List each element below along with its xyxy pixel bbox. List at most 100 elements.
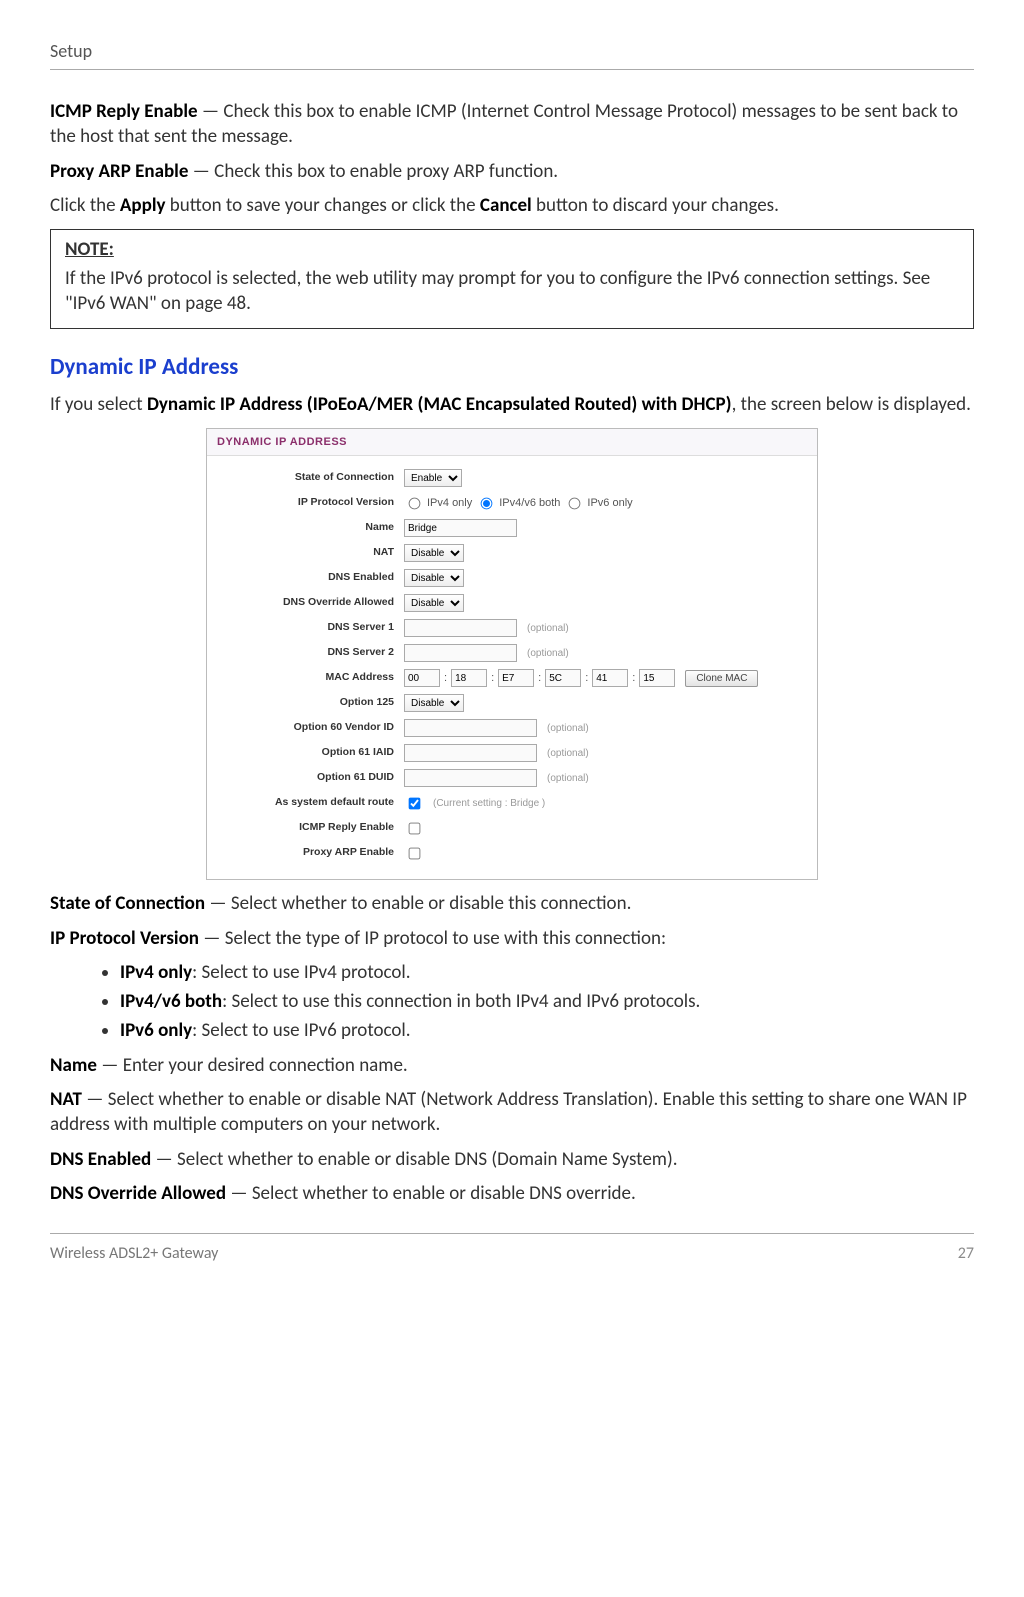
footer-divider [50,1233,974,1234]
input-mac-0[interactable] [404,669,440,687]
desc-ipver: IP Protocol Version — Select the type of… [50,927,974,952]
bullet-ipv4-text: : Select to use IPv4 protocol. [192,961,410,984]
term-icmp: ICMP Reply Enable [50,100,198,123]
label-ipver: IP Protocol Version [219,496,404,510]
bullet-both-text: : Select to use this connection in both … [222,990,700,1013]
radio-ipv6-label: IPv6 only [587,496,632,510]
para-proxy: Proxy ARP Enable — Check this box to ena… [50,160,974,185]
label-o61a: Option 61 IAID [219,746,404,760]
input-mac-1[interactable] [451,669,487,687]
intro-para: If you select Dynamic IP Address (IPoEoA… [50,393,974,418]
label-dns2: DNS Server 2 [219,646,404,660]
input-mac-5[interactable] [639,669,675,687]
label-defroute: As system default route [219,796,404,810]
label-mac: MAC Address [219,671,404,685]
desc-ipver-term: IP Protocol Version [50,927,199,950]
hint-defroute: (Current setting : Bridge ) [433,797,545,810]
label-o60: Option 60 Vendor ID [219,721,404,735]
radio-both-label: IPv4/v6 both [499,496,560,510]
intro-post: , the screen below is displayed. [732,393,971,416]
note-label: NOTE: [65,238,959,263]
label-dns-override: DNS Override Allowed [219,596,404,610]
label-proxy-arp: Proxy ARP Enable [219,846,404,860]
para-icmp: ICMP Reply Enable — Check this box to en… [50,100,974,149]
note-box: NOTE: If the IPv6 protocol is selected, … [50,229,974,329]
hint-dns2: (optional) [527,647,569,660]
apply-post: button to discard your changes. [532,194,779,217]
label-o61b: Option 61 DUID [219,771,404,785]
label-name: Name [219,521,404,535]
label-nat: NAT [219,546,404,560]
desc-state-term: State of Connection [50,892,205,915]
hint-o61b: (optional) [547,772,589,785]
checkbox-proxy[interactable] [409,847,421,859]
term-proxy: Proxy ARP Enable [50,160,188,183]
desc-dns-en: DNS Enabled — Select whether to enable o… [50,1148,974,1173]
page-footer: Wireless ADSL2+ Gateway 27 [50,1244,974,1265]
label-dns-enabled: DNS Enabled [219,571,404,585]
apply-pre: Click the [50,194,120,217]
bullet-both-term: IPv4/v6 both [120,990,222,1013]
desc-dns-ov: DNS Override Allowed — Select whether to… [50,1182,974,1207]
radio-both[interactable] [481,497,493,509]
config-panel: DYNAMIC IP ADDRESS State of Connection E… [206,428,818,880]
bullet-ipv6: IPv6 only: Select to use IPv6 protocol. [120,1019,974,1044]
bullet-ipv6-text: : Select to use IPv6 protocol. [192,1019,410,1042]
footer-left: Wireless ADSL2+ Gateway [50,1244,218,1265]
label-state: State of Connection [219,471,404,485]
desc-nat-text: — Select whether to enable or disable NA… [50,1088,967,1136]
hint-o61a: (optional) [547,747,589,760]
hint-dns1: (optional) [527,622,569,635]
clone-mac-button[interactable]: Clone MAC [685,670,758,687]
select-o125[interactable]: Disable [404,694,464,712]
desc-name-term: Name [50,1054,97,1077]
panel-title: DYNAMIC IP ADDRESS [207,429,817,456]
desc-state-text: — Select whether to enable or disable th… [205,892,631,915]
apply-bold: Apply [120,194,166,217]
label-dns1: DNS Server 1 [219,621,404,635]
label-o125: Option 125 [219,696,404,710]
footer-page-number: 27 [958,1244,974,1265]
desc-dns-ov-text: — Select whether to enable or disable DN… [226,1182,636,1205]
radio-ipv4-label: IPv4 only [427,496,472,510]
desc-dns-ov-term: DNS Override Allowed [50,1182,226,1205]
input-mac-2[interactable] [498,669,534,687]
section-heading: Dynamic IP Address [50,353,974,383]
intro-pre: If you select [50,393,147,416]
select-nat[interactable]: Disable [404,544,464,562]
select-state[interactable]: Enable [404,469,462,487]
desc-state: State of Connection — Select whether to … [50,892,974,917]
bullet-ipv4: IPv4 only: Select to use IPv4 protocol. [120,961,974,986]
para-apply: Click the Apply button to save your chan… [50,194,974,219]
apply-mid: button to save your changes or click the [166,194,480,217]
protocol-bullets: IPv4 only: Select to use IPv4 protocol. … [50,961,974,1043]
input-mac-4[interactable] [592,669,628,687]
radio-ipv6[interactable] [569,497,581,509]
bullet-both: IPv4/v6 both: Select to use this connect… [120,990,974,1015]
hint-o60: (optional) [547,722,589,735]
input-o61a[interactable] [404,744,537,762]
input-o61b[interactable] [404,769,537,787]
desc-nat: NAT — Select whether to enable or disabl… [50,1088,974,1137]
radio-ipv4[interactable] [409,497,421,509]
text-proxy: — Check this box to enable proxy ARP fun… [188,160,558,183]
note-text: If the IPv6 protocol is selected, the we… [65,267,930,315]
desc-dns-en-term: DNS Enabled [50,1148,151,1171]
input-name[interactable] [404,519,517,537]
header-divider [50,69,974,70]
desc-dns-en-text: — Select whether to enable or disable DN… [151,1148,677,1171]
input-dns1[interactable] [404,619,517,637]
input-dns2[interactable] [404,644,517,662]
page-header: Setup [50,40,974,63]
checkbox-icmp[interactable] [409,822,421,834]
input-o60[interactable] [404,719,537,737]
desc-name: Name — Enter your desired connection nam… [50,1054,974,1079]
panel-body: State of Connection Enable IP Protocol V… [207,456,817,879]
select-dns-override[interactable]: Disable [404,594,464,612]
desc-nat-term: NAT [50,1088,82,1111]
checkbox-defroute[interactable] [409,797,421,809]
select-dns-enabled[interactable]: Disable [404,569,464,587]
cancel-bold: Cancel [480,194,532,217]
desc-name-text: — Enter your desired connection name. [97,1054,408,1077]
input-mac-3[interactable] [545,669,581,687]
